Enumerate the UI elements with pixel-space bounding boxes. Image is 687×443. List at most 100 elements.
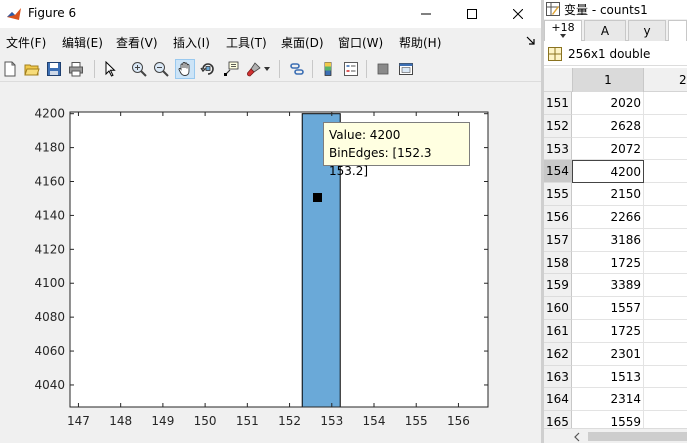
horizontal-scrollbar[interactable] (544, 428, 687, 443)
tab-variable-a[interactable]: A (584, 20, 626, 41)
table-cell[interactable]: 1557 (572, 297, 644, 320)
menu-help[interactable]: 帮助(H) (399, 34, 441, 51)
table-row[interactable]: 152 2628 (544, 114, 687, 138)
table-cell[interactable]: 1725 (572, 319, 644, 343)
table-row[interactable]: 155 2150 (544, 183, 687, 206)
row-index[interactable]: 160 (544, 297, 572, 320)
row-index[interactable]: 153 (544, 137, 572, 161)
table-cell[interactable]: 3389 (572, 274, 644, 298)
table-cell[interactable]: 2301 (572, 342, 644, 366)
scroll-left-icon[interactable] (572, 432, 582, 442)
menu-desktop[interactable]: 桌面(D) (281, 34, 324, 51)
table-row[interactable]: 163 1513 (544, 365, 687, 389)
variable-editor-title-bar[interactable]: 变量 - counts1 (544, 0, 687, 18)
scrollbar-thumb[interactable] (588, 432, 687, 441)
empty-cell[interactable] (644, 138, 687, 161)
row-index[interactable]: 163 (544, 365, 572, 389)
row-index[interactable]: 152 (544, 114, 572, 138)
empty-cell[interactable] (644, 160, 687, 184)
dock-arrow-icon[interactable] (526, 36, 536, 46)
table-row[interactable]: 153 2072 (544, 137, 687, 161)
table-row[interactable]: 151 2020 (544, 92, 687, 115)
datatip-marker[interactable] (313, 193, 322, 202)
column-header-2[interactable]: 2 (645, 68, 687, 92)
table-cell[interactable]: 2150 (572, 183, 644, 206)
row-index[interactable]: 156 (544, 205, 572, 229)
maximize-button[interactable] (449, 0, 495, 28)
table-cell[interactable]: 1513 (572, 365, 644, 389)
row-index[interactable]: 155 (544, 183, 572, 206)
show-plot-tools-button[interactable] (396, 59, 416, 79)
menu-view[interactable]: 查看(V) (116, 34, 158, 51)
toolbar-separator (312, 60, 313, 78)
link-plot-button[interactable] (287, 59, 307, 79)
open-file-button[interactable] (22, 59, 42, 79)
empty-cell[interactable] (644, 297, 687, 320)
menu-file[interactable]: 文件(F) (6, 34, 46, 51)
row-index[interactable]: 159 (544, 274, 572, 298)
menu-window[interactable]: 窗口(W) (338, 34, 383, 51)
insert-colorbar-button[interactable] (318, 59, 338, 79)
empty-cell[interactable] (644, 320, 687, 343)
table-row[interactable]: 164 2314 (544, 388, 687, 412)
close-button[interactable] (495, 0, 541, 28)
empty-cell[interactable] (644, 229, 687, 252)
row-index[interactable]: 164 (544, 388, 572, 412)
row-index[interactable]: 154 (544, 160, 572, 184)
table-cell[interactable]: 2628 (572, 114, 644, 138)
column-header-1[interactable]: 1 (572, 68, 644, 92)
empty-cell[interactable] (644, 252, 687, 275)
pan-button[interactable] (175, 59, 195, 79)
selected-cell[interactable]: 4200 (572, 160, 644, 184)
empty-cell[interactable] (644, 366, 687, 389)
table-cell[interactable]: 1725 (572, 251, 644, 275)
brush-dropdown-button[interactable] (262, 59, 272, 79)
hide-plot-tools-button[interactable] (373, 59, 393, 79)
tab-more-variables[interactable]: +18 (544, 20, 582, 41)
brush-button[interactable] (244, 59, 264, 79)
table-cell[interactable]: 2072 (572, 137, 644, 161)
zoom-in-button[interactable] (129, 59, 149, 79)
x-tick-label: 153 (320, 414, 343, 428)
empty-cell[interactable] (644, 115, 687, 138)
table-row[interactable]: 158 1725 (544, 251, 687, 275)
row-index[interactable]: 151 (544, 92, 572, 115)
row-index[interactable]: 162 (544, 342, 572, 366)
figure-title-bar[interactable]: Figure 6 (0, 0, 541, 28)
edit-plot-button[interactable] (100, 59, 120, 79)
table-row[interactable]: 156 2266 (544, 205, 687, 229)
save-button[interactable] (44, 59, 64, 79)
table-row[interactable]: 162 2301 (544, 342, 687, 366)
empty-cell[interactable] (644, 274, 687, 298)
datatip[interactable]: Value: 4200 BinEdges: [152.3 153.2] (323, 122, 470, 178)
row-index[interactable]: 158 (544, 251, 572, 275)
empty-cell[interactable] (644, 388, 687, 412)
print-button[interactable] (66, 59, 86, 79)
menu-edit[interactable]: 编辑(E) (62, 34, 103, 51)
table-cell[interactable]: 2266 (572, 205, 644, 229)
new-figure-button[interactable] (0, 59, 20, 79)
row-index[interactable]: 161 (544, 319, 572, 343)
zoom-out-button[interactable] (151, 59, 171, 79)
data-cursor-button[interactable] (221, 59, 241, 79)
row-index[interactable]: 157 (544, 228, 572, 252)
empty-cell[interactable] (644, 343, 687, 366)
rotate-3d-button[interactable] (198, 59, 218, 79)
minimize-button[interactable] (403, 0, 449, 28)
insert-legend-button[interactable] (341, 59, 361, 79)
menu-insert[interactable]: 插入(I) (173, 34, 210, 51)
empty-cell[interactable] (644, 92, 687, 115)
table-row[interactable]: 159 3389 (544, 274, 687, 298)
table-row[interactable]: 157 3186 (544, 228, 687, 252)
empty-cell[interactable] (644, 206, 687, 229)
tab-variable-counts1[interactable] (668, 20, 687, 41)
tab-variable-y[interactable]: y (628, 20, 666, 41)
table-row[interactable]: 160 1557 (544, 297, 687, 320)
table-row[interactable]: 161 1725 (544, 319, 687, 343)
table-cell[interactable]: 2314 (572, 388, 644, 412)
empty-cell[interactable] (644, 183, 687, 206)
table-row[interactable]: 154 4200 (544, 160, 687, 184)
table-cell[interactable]: 2020 (572, 92, 644, 115)
menu-tools[interactable]: 工具(T) (226, 34, 267, 51)
table-cell[interactable]: 3186 (572, 228, 644, 252)
